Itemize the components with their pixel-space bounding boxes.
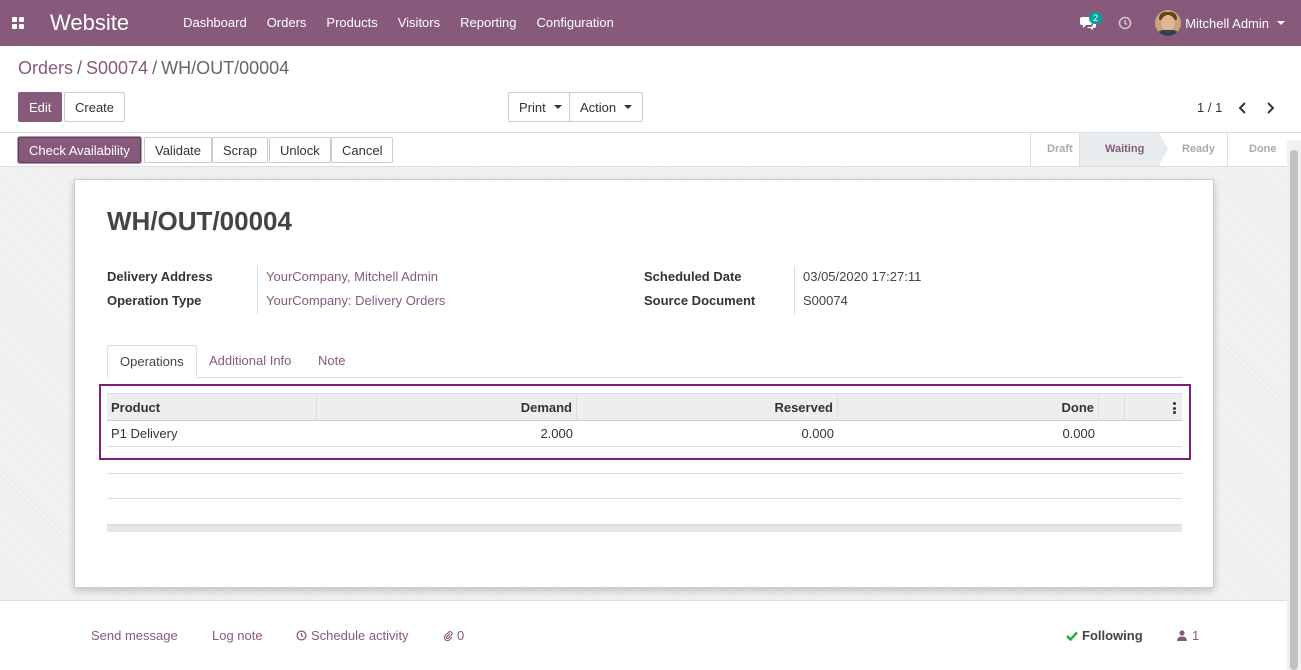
breadcrumb-orders[interactable]: Orders [18, 58, 73, 78]
status-bar: Check Availability Validate Scrap Unlock… [0, 132, 1301, 167]
tab-additional-info[interactable]: Additional Info [197, 345, 303, 378]
schedule-activity-label: Schedule activity [311, 628, 409, 643]
scrollbar[interactable] [1287, 140, 1301, 670]
menu-dashboard[interactable]: Dashboard [173, 0, 257, 46]
action-label: Action [580, 99, 617, 115]
user-name: Mitchell Admin [1185, 15, 1269, 31]
navbar-systray: 2 Mitchell Admin [1073, 0, 1301, 46]
operation-type-label: Operation Type [107, 293, 202, 308]
table-header: Product Demand Reserved Done [107, 393, 1182, 421]
user-menu[interactable]: Mitchell Admin [1155, 10, 1285, 36]
send-message-button[interactable]: Send message [91, 628, 178, 643]
paperclip-icon [443, 630, 453, 641]
stage-ready: Ready [1159, 133, 1227, 166]
column-done[interactable]: Done [838, 394, 1099, 421]
user-icon [1177, 630, 1187, 641]
clock-icon [296, 630, 307, 641]
activity-button[interactable] [1115, 0, 1135, 46]
chevron-down-icon [1277, 21, 1285, 25]
column-reserved[interactable]: Reserved [577, 394, 838, 421]
schedule-activity-button[interactable]: Schedule activity [296, 628, 409, 643]
following-button[interactable]: Following [1066, 628, 1143, 643]
pager-value[interactable]: 1 / 1 [1197, 100, 1222, 115]
print-label: Print [519, 99, 546, 115]
breadcrumb-sale-order[interactable]: S00074 [86, 58, 148, 78]
cell-product: P1 Delivery [111, 426, 178, 441]
table-row[interactable]: P1 Delivery 2.000 0.000 0.000 [107, 421, 1182, 447]
stage-draft: Draft [1030, 133, 1079, 166]
operations-table: Product Demand Reserved Done P1 Delivery… [107, 393, 1182, 447]
app-name[interactable]: Website [50, 10, 129, 36]
menu-products[interactable]: Products [316, 0, 387, 46]
breadcrumb-current: WH/OUT/00004 [161, 58, 290, 78]
following-label: Following [1082, 628, 1143, 643]
cell-reserved: 0.000 [801, 426, 834, 441]
menu-visitors[interactable]: Visitors [388, 0, 450, 46]
notebook-tabs: Operations Additional Info Note [107, 345, 1182, 378]
chatter: Send message Log note Schedule activity … [0, 600, 1287, 670]
breadcrumb-separator: / [152, 58, 158, 78]
validate-button[interactable]: Validate [144, 137, 213, 163]
scrollbar-thumb[interactable] [1290, 150, 1298, 670]
main-menu: Dashboard Orders Products Visitors Repor… [173, 0, 624, 46]
optional-columns-icon[interactable] [1173, 402, 1176, 414]
action-button[interactable]: Action [569, 92, 644, 122]
user-avatar [1155, 10, 1182, 36]
messages-button[interactable]: 2 [1073, 0, 1103, 46]
stage-bar: Draft Waiting Ready Done [1030, 133, 1301, 166]
followers-count: 1 [1192, 628, 1200, 643]
attachments-count: 0 [457, 628, 465, 643]
breadcrumb: Orders / S00074/WH/OUT/00004 [18, 58, 289, 79]
chevron-down-icon [624, 105, 633, 109]
chevron-left-icon[interactable] [1236, 101, 1250, 115]
field-divider [257, 266, 258, 314]
source-document-label: Source Document [644, 293, 756, 308]
field-divider [794, 266, 795, 314]
edit-button[interactable]: Edit [18, 92, 63, 122]
tab-note[interactable]: Note [306, 345, 357, 378]
check-availability-button[interactable]: Check Availability [18, 137, 141, 163]
print-button[interactable]: Print [508, 92, 573, 122]
chevron-down-icon [553, 105, 562, 109]
scheduled-date-value: 03/05/2020 17:27:11 [803, 269, 922, 284]
clock-icon [1118, 16, 1132, 30]
delivery-address-label: Delivery Address [107, 269, 213, 284]
operation-type-link[interactable]: YourCompany: Delivery Orders [266, 293, 445, 308]
unlock-button[interactable]: Unlock [269, 137, 331, 163]
messages-count-badge: 2 [1089, 12, 1103, 24]
record-title: WH/OUT/00004 [107, 206, 292, 236]
check-icon [1066, 631, 1078, 641]
delivery-address-link[interactable]: YourCompany, Mitchell Admin [266, 269, 438, 284]
followers-button[interactable]: 1 [1177, 628, 1199, 643]
cell-done: 0.000 [1062, 426, 1095, 441]
breadcrumb-separator: / [77, 58, 83, 78]
source-document-value: S00074 [803, 293, 848, 308]
create-button[interactable]: Create [64, 92, 126, 122]
cell-demand: 2.000 [540, 426, 573, 441]
empty-row [107, 473, 1182, 499]
top-navbar: Website Dashboard Orders Products Visito… [0, 0, 1301, 46]
stage-waiting: Waiting [1079, 133, 1168, 166]
form-sheet: WH/OUT/00004 Delivery Address YourCompan… [74, 179, 1214, 588]
cancel-button[interactable]: Cancel [331, 137, 394, 163]
scrap-button[interactable]: Scrap [212, 137, 268, 163]
log-note-button[interactable]: Log note [212, 628, 263, 643]
menu-configuration[interactable]: Configuration [527, 0, 624, 46]
scheduled-date-label: Scheduled Date [644, 269, 742, 284]
table-footer [107, 525, 1182, 532]
chevron-right-icon[interactable] [1263, 101, 1277, 115]
apps-menu-icon[interactable] [0, 0, 36, 46]
tab-operations[interactable]: Operations [107, 345, 197, 378]
column-spacer [1099, 394, 1125, 421]
column-product[interactable]: Product [107, 394, 317, 421]
column-demand[interactable]: Demand [317, 394, 577, 421]
attachments-button[interactable]: 0 [443, 628, 464, 643]
empty-row [107, 499, 1182, 525]
menu-reporting[interactable]: Reporting [450, 0, 526, 46]
menu-orders[interactable]: Orders [257, 0, 317, 46]
